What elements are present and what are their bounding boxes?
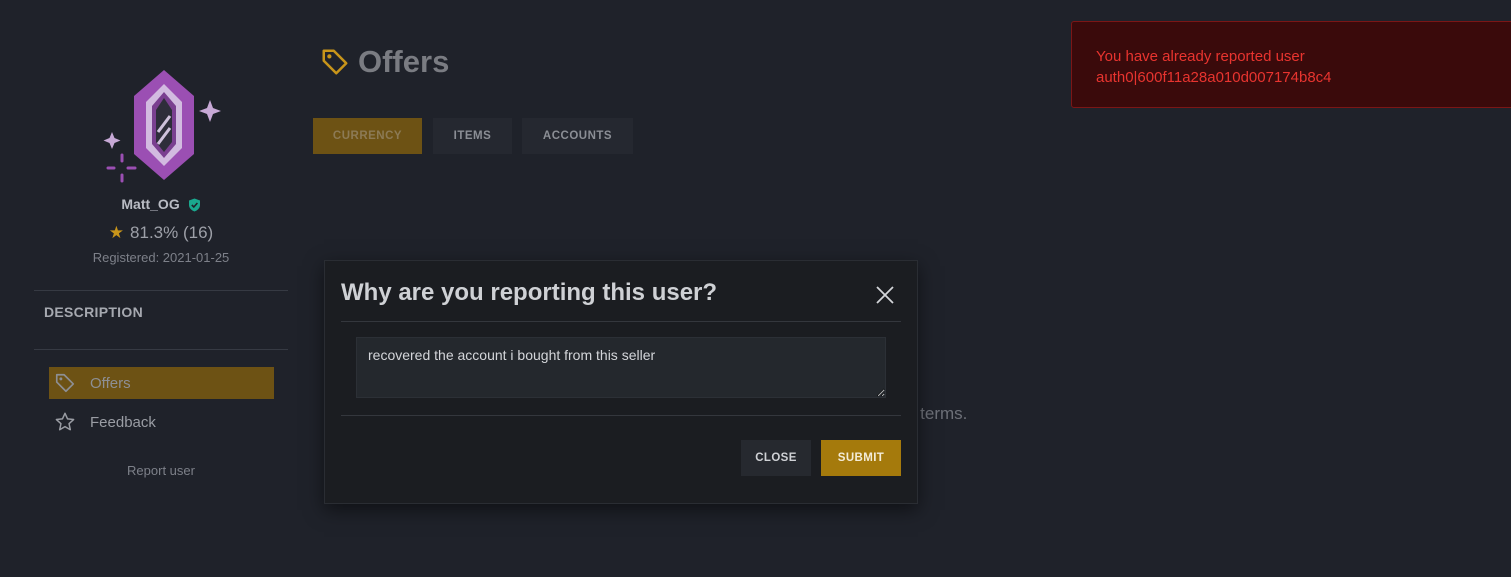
rating: ★ 81.3% (16) [34,223,288,243]
star-icon: ★ [108,223,125,242]
sidebar-item-label: Offers [90,374,131,392]
toast-message-line1: You have already reported user [1096,48,1305,65]
shield-check-icon [188,198,200,212]
page-title-text: Offers [358,44,450,79]
purple-gem-logo [103,70,221,183]
tag-icon [322,49,348,75]
close-button[interactable]: CLOSE [741,440,811,476]
username: Matt_OG [121,196,180,212]
tab-items[interactable]: ITEMS [433,118,512,154]
tag-icon [55,373,75,393]
report-modal: Why are you reporting this user? recover… [324,260,918,504]
page-title: Offers [320,44,449,80]
sidebar-item-feedback[interactable]: Feedback [49,406,274,438]
star-outline-icon [55,412,75,431]
modal-divider [341,321,901,322]
rating-value: 81.3% (16) [130,223,214,242]
divider [34,349,288,350]
profile-sidebar: Matt_OG ★ 81.3% (16) Registered: 2021-01-… [34,0,288,577]
close-icon[interactable] [873,283,897,307]
registered-date: Registered: 2021-01-25 [92,250,230,265]
description-heading: DESCRIPTION [44,304,143,320]
report-reason-textarea[interactable]: recovered the account i bought from this… [356,337,886,398]
report-user-link[interactable]: Report user [34,463,288,478]
toast-message-line2: auth0|600f11a28a010d007174b8c4 [1096,69,1332,86]
tab-currency[interactable]: CURRENCY [313,118,422,154]
sidebar-item-label: Feedback [90,413,156,431]
divider [34,290,288,291]
sidebar-item-offers[interactable]: Offers [49,367,274,399]
tab-accounts[interactable]: ACCOUNTS [522,118,633,154]
modal-title: Why are you reporting this user? [341,279,718,306]
error-toast[interactable]: You have already reported user auth0|600… [1071,21,1511,108]
modal-divider [341,415,901,416]
submit-button[interactable]: SUBMIT [821,440,901,476]
username-row: Matt_OG [34,196,288,212]
